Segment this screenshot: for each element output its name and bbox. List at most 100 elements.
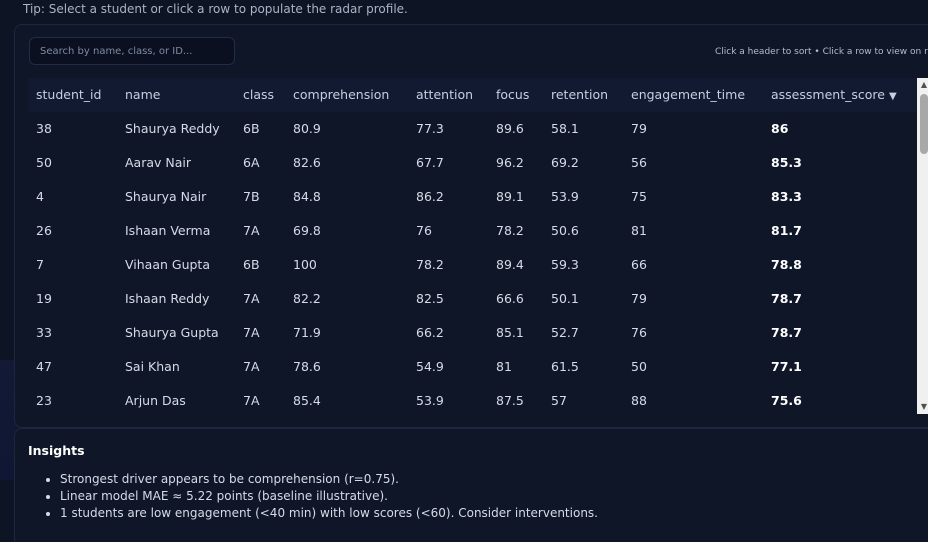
cell-assessment-score: 77.1 <box>771 359 802 374</box>
cell-comprehension: 69.8 <box>293 223 321 238</box>
cell-assessment-score: 81.7 <box>771 223 802 238</box>
cell-name: Aarav Nair <box>125 155 192 170</box>
insight-item: 1 students are low engagement (<40 min) … <box>60 505 598 522</box>
column-header-student-id[interactable]: student_id <box>36 78 101 112</box>
column-header-focus[interactable]: focus <box>496 78 529 112</box>
column-header-retention[interactable]: retention <box>551 78 608 112</box>
table-row[interactable]: 38 Shaurya Reddy 6B 80.9 77.3 89.6 58.1 79 86 <box>29 112 917 147</box>
column-header-name[interactable]: name <box>125 78 160 112</box>
cell-assessment-score: 78.7 <box>771 291 802 306</box>
cell-name: Shaurya Gupta <box>125 325 219 340</box>
table-row[interactable]: 47 Sai Khan 7A 78.6 54.9 81 61.5 50 77.1 <box>29 350 917 385</box>
scroll-thumb[interactable] <box>920 94 928 154</box>
cell-focus: 85.1 <box>496 325 524 340</box>
cell-name: Shaurya Nair <box>125 189 207 204</box>
cell-engagement-time: 88 <box>631 393 647 408</box>
cell-class: 7A <box>243 291 260 306</box>
cell-attention: 66.2 <box>416 325 444 340</box>
cell-assessment-score: 83.3 <box>771 189 802 204</box>
cell-attention: 53.9 <box>416 393 444 408</box>
cell-class: 7A <box>243 393 260 408</box>
column-header-label: retention <box>551 87 609 102</box>
table-row[interactable]: 23 Arjun Das 7A 85.4 53.9 87.5 57 88 75.6 <box>29 384 917 414</box>
cell-retention: 59.3 <box>551 257 579 272</box>
table-row[interactable]: 4 Shaurya Nair 7B 84.8 86.2 89.1 53.9 75 83.3 <box>29 180 917 215</box>
column-header-label: student_id <box>36 87 102 102</box>
table-row[interactable]: 19 Ishaan Reddy 7A 82.2 82.5 66.6 50.1 79 78.7 <box>29 282 917 317</box>
cell-student-id: 33 <box>36 325 52 340</box>
column-header-label: comprehension <box>293 87 390 102</box>
cell-retention: 61.5 <box>551 359 579 374</box>
cell-retention: 57 <box>551 393 567 408</box>
cell-attention: 77.3 <box>416 121 444 136</box>
cell-engagement-time: 79 <box>631 291 647 306</box>
insights-card: Insights Strongest driver appears to be … <box>14 428 928 542</box>
cell-retention: 53.9 <box>551 189 579 204</box>
cell-focus: 89.1 <box>496 189 524 204</box>
cell-assessment-score: 85.3 <box>771 155 802 170</box>
cell-comprehension: 82.6 <box>293 155 321 170</box>
column-header-class[interactable]: class <box>243 78 274 112</box>
cell-comprehension: 71.9 <box>293 325 321 340</box>
cell-attention: 86.2 <box>416 189 444 204</box>
scroll-up-arrow-icon[interactable]: ▲ <box>917 78 928 92</box>
cell-comprehension: 78.6 <box>293 359 321 374</box>
cell-retention: 50.6 <box>551 223 579 238</box>
cell-focus: 78.2 <box>496 223 524 238</box>
cell-comprehension: 85.4 <box>293 393 321 408</box>
scroll-down-arrow-icon[interactable]: ▼ <box>917 400 928 414</box>
column-header-assessment-score[interactable]: assessment_score ▼ <box>771 78 897 112</box>
students-table: student_id name class comprehension attentio… <box>29 78 917 414</box>
table-header-row: student_id name class comprehension attentio… <box>29 78 917 113</box>
table-row[interactable]: 50 Aarav Nair 6A 82.6 67.7 96.2 69.2 56 85.3 <box>29 146 917 181</box>
cell-retention: 58.1 <box>551 121 579 136</box>
cell-student-id: 38 <box>36 121 52 136</box>
cell-engagement-time: 75 <box>631 189 647 204</box>
table-row[interactable]: 7 Vihaan Gupta 6B 100 78.2 89.4 59.3 66 78.8 <box>29 248 917 283</box>
column-header-engagement-time[interactable]: engagement_time <box>631 78 745 112</box>
table-row[interactable]: 26 Ishaan Verma 7A 69.8 76 78.2 50.6 81 81.7 <box>29 214 917 249</box>
cell-name: Arjun Das <box>125 393 186 408</box>
cell-focus: 89.4 <box>496 257 524 272</box>
search-input[interactable] <box>29 37 235 65</box>
cell-name: Ishaan Reddy <box>125 291 210 306</box>
column-header-label: class <box>243 87 275 102</box>
cell-engagement-time: 76 <box>631 325 647 340</box>
column-header-label: assessment_score <box>771 87 885 102</box>
cell-assessment-score: 78.8 <box>771 257 802 272</box>
cell-retention: 52.7 <box>551 325 579 340</box>
insight-item: Strongest driver appears to be comprehen… <box>60 471 598 488</box>
sort-descending-icon[interactable]: ▼ <box>889 91 897 102</box>
cell-name: Sai Khan <box>125 359 180 374</box>
cell-assessment-score: 75.6 <box>771 393 802 408</box>
cell-class: 7B <box>243 189 260 204</box>
cell-retention: 50.1 <box>551 291 579 306</box>
insights-title: Insights <box>28 443 85 458</box>
table-row[interactable]: 33 Shaurya Gupta 7A 71.9 66.2 85.1 52.7 76 78.7 <box>29 316 917 351</box>
column-header-label: engagement_time <box>631 87 746 102</box>
cell-focus: 96.2 <box>496 155 524 170</box>
table-scrollbar[interactable]: ▲ ▼ <box>917 78 928 414</box>
cell-focus: 87.5 <box>496 393 524 408</box>
insights-list: Strongest driver appears to be comprehen… <box>28 471 598 522</box>
cell-name: Ishaan Verma <box>125 223 211 238</box>
cell-comprehension: 80.9 <box>293 121 321 136</box>
column-header-comprehension[interactable]: comprehension <box>293 78 389 112</box>
cell-comprehension: 84.8 <box>293 189 321 204</box>
cell-assessment-score: 78.7 <box>771 325 802 340</box>
column-header-attention[interactable]: attention <box>416 78 473 112</box>
cell-class: 7A <box>243 359 260 374</box>
dashboard-page: Tip: Select a student or click a row to … <box>0 0 928 542</box>
cell-student-id: 50 <box>36 155 52 170</box>
cell-student-id: 19 <box>36 291 52 306</box>
cell-focus: 89.6 <box>496 121 524 136</box>
tip-text: Tip: Select a student or click a row to … <box>23 2 408 16</box>
cell-engagement-time: 66 <box>631 257 647 272</box>
column-header-label: focus <box>496 87 530 102</box>
students-table-card: Click a header to sort • Click a row to … <box>14 24 928 428</box>
cell-engagement-time: 50 <box>631 359 647 374</box>
cell-attention: 67.7 <box>416 155 444 170</box>
cell-attention: 78.2 <box>416 257 444 272</box>
cell-class: 6A <box>243 155 260 170</box>
cell-assessment-score: 86 <box>771 121 789 136</box>
